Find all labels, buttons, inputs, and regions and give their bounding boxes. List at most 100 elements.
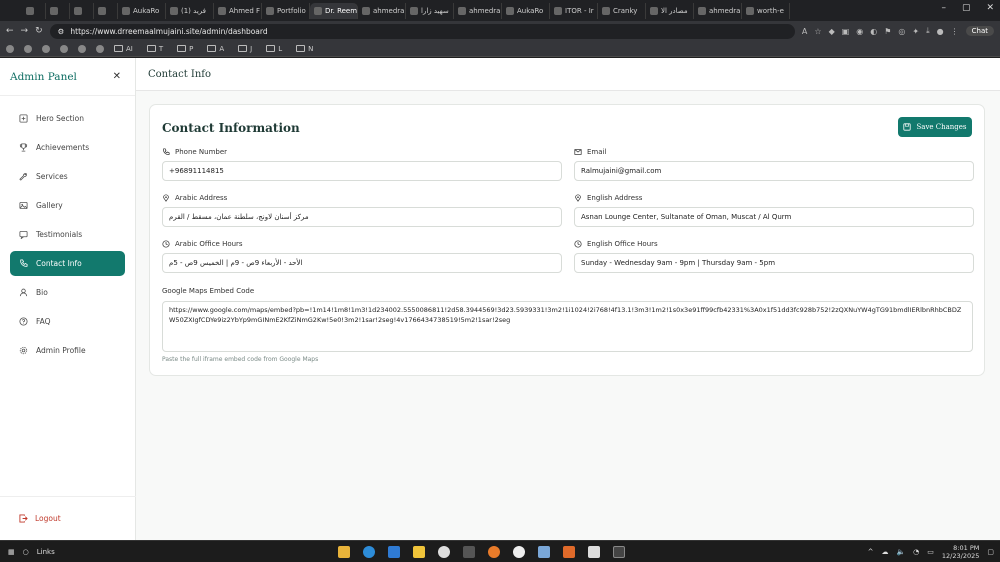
vscode-icon[interactable] <box>388 545 400 558</box>
windows-taskbar: ▦ ○ Links ^ ☁ 🔈 ◔ ▭ 8:01 PM 12/23/2025 ▢ <box>0 540 1000 562</box>
back-icon[interactable]: ← <box>6 26 14 36</box>
xampp-icon[interactable] <box>563 545 575 558</box>
widgets-icon[interactable]: ▦ <box>8 548 15 556</box>
file-explorer-icon[interactable] <box>338 545 350 558</box>
chat-button[interactable]: Chat <box>965 26 994 36</box>
app-icon[interactable] <box>438 545 450 558</box>
browser-tab[interactable]: ahmedra <box>454 2 502 19</box>
sidebar-item-label: Achievements <box>36 143 90 152</box>
speaker-icon[interactable]: 🔈 <box>896 548 905 556</box>
browser-tab[interactable]: ITOR - Ir <box>550 2 598 19</box>
browser-tab[interactable]: ahmedra <box>358 2 406 19</box>
terminal-icon[interactable] <box>613 545 625 558</box>
bookmark-folder[interactable]: J <box>238 45 252 53</box>
tab-favicon-icon <box>26 6 34 15</box>
translate-icon[interactable]: A <box>802 27 807 36</box>
edge-icon[interactable] <box>363 545 375 558</box>
map-pin-icon <box>163 194 169 202</box>
browser-tab[interactable]: Dr. Reem <box>310 2 358 19</box>
browser-tab[interactable]: AukaRo <box>118 2 166 19</box>
bookmark-folder[interactable]: P <box>177 45 193 53</box>
browser-tab[interactable]: سهيد زارا <box>406 2 454 19</box>
minimize-icon[interactable]: – <box>941 3 946 13</box>
bookmark-icon-item[interactable] <box>78 44 86 53</box>
sidebar-item-admin-profile[interactable]: Admin Profile <box>10 338 125 363</box>
bookmark-folder[interactable]: N <box>296 45 313 53</box>
notifications-icon[interactable]: ▢ <box>987 548 994 556</box>
sidebar-item-hero-section[interactable]: Hero Section <box>10 106 125 131</box>
search-icon[interactable]: ○ <box>23 548 29 556</box>
url-input[interactable]: ⚙ https://www.drreemaalmujaini.site/admi… <box>49 23 795 39</box>
bookmark-icon-item[interactable] <box>24 44 32 53</box>
sidebar: Admin Panel ✕ Hero Section Achievements Se… <box>0 58 136 540</box>
sticky-notes-icon[interactable] <box>413 545 425 558</box>
phone-input[interactable]: +96891114815 <box>162 161 562 181</box>
browser-tab[interactable]: ahmedra <box>694 2 742 19</box>
browser-tab[interactable]: AukaRo <box>502 2 550 19</box>
bookmark-icon-item[interactable] <box>60 44 68 53</box>
reload-icon[interactable]: ↻ <box>35 26 43 36</box>
sidebar-item-faq[interactable]: FAQ <box>10 309 125 334</box>
browser-tab[interactable]: Portfolio <box>262 2 310 19</box>
profile-avatar[interactable]: ● <box>937 27 944 36</box>
browser-tab[interactable] <box>46 2 70 19</box>
puzzle-icon[interactable]: ✦ <box>912 27 919 36</box>
arabic-address-input[interactable]: مركز أسنان لاونج، سلطنة عمان، مسقط / الق… <box>162 207 562 227</box>
chevron-up-icon[interactable]: ^ <box>868 548 874 556</box>
arabic-hours-input[interactable]: الأحد - الأربعاء 9ص - 9م | الخميس 9ص - 5… <box>162 253 562 273</box>
extension-icon[interactable]: ▣ <box>842 27 850 36</box>
browser-tab[interactable] <box>70 2 94 19</box>
taskbar-search-label[interactable]: Links <box>37 548 55 556</box>
app-icon[interactable] <box>588 545 600 558</box>
bookmark-folder[interactable]: AI <box>114 45 133 53</box>
browser-tab[interactable] <box>22 2 46 19</box>
bookmark-icon-item[interactable] <box>6 44 14 53</box>
menu-icon[interactable]: ⋮ <box>951 27 959 36</box>
phone-icon <box>163 148 170 155</box>
extension-icon[interactable]: ⚑ <box>884 27 891 36</box>
browser-tab[interactable]: Cranky <box>598 2 646 19</box>
bookmark-icon-item[interactable] <box>42 44 50 53</box>
cloud-icon[interactable]: ☁ <box>881 548 888 556</box>
logout-button[interactable]: Logout <box>0 496 136 540</box>
extension-icon[interactable]: ◐ <box>870 27 877 36</box>
extension-icon[interactable]: ◎ <box>898 27 905 36</box>
sidebar-item-achievements[interactable]: Achievements <box>10 135 125 160</box>
english-hours-input[interactable]: Sunday - Wednesday 9am - 9pm | Thursday … <box>574 253 974 273</box>
clock[interactable]: 8:01 PM 12/23/2025 <box>942 544 979 560</box>
download-icon[interactable]: ⤓ <box>926 26 930 36</box>
sidebar-item-services[interactable]: Services <box>10 164 125 189</box>
browser-tab[interactable] <box>94 2 118 19</box>
save-changes-button[interactable]: Save Changes <box>898 117 972 137</box>
bookmark-icon-item[interactable] <box>96 44 104 53</box>
extension-icon[interactable]: ◉ <box>856 27 863 36</box>
postman-icon[interactable] <box>488 545 500 558</box>
network-icon[interactable]: ◔ <box>913 548 919 556</box>
sidebar-item-bio[interactable]: Bio <box>10 280 125 305</box>
extension-icon[interactable]: ◆ <box>829 27 835 36</box>
sidebar-item-label: Contact Info <box>36 259 82 268</box>
sidebar-item-testimonials[interactable]: Testimonials <box>10 222 125 247</box>
battery-icon[interactable]: ▭ <box>927 548 934 556</box>
app-icon[interactable] <box>463 545 475 558</box>
email-input[interactable]: Ralmujaini@gmail.com <box>574 161 974 181</box>
browser-tab[interactable]: Ahmed F <box>214 2 262 19</box>
maximize-icon[interactable]: ▢ <box>962 3 971 13</box>
sidebar-item-gallery[interactable]: Gallery <box>10 193 125 218</box>
bookmark-star-icon[interactable]: ☆ <box>814 27 821 36</box>
app-icon[interactable] <box>513 545 525 558</box>
bookmark-folder[interactable]: A <box>207 45 224 53</box>
maps-embed-textarea[interactable]: https://www.google.com/maps/embed?pb=!1m… <box>162 301 973 352</box>
bookmark-folder[interactable]: T <box>146 45 163 53</box>
app-icon[interactable] <box>538 545 550 558</box>
forward-icon[interactable]: → <box>21 26 29 36</box>
site-info-icon[interactable]: ⚙ <box>58 27 65 36</box>
close-window-icon[interactable]: ✕ <box>986 3 994 13</box>
english-address-input[interactable]: Asnan Lounge Center, Sultanate of Oman, … <box>574 207 974 227</box>
close-sidebar-icon[interactable]: ✕ <box>113 71 121 82</box>
bookmark-folder[interactable]: L <box>266 45 282 53</box>
browser-tab[interactable]: مصادر الا <box>646 2 694 19</box>
browser-tab[interactable]: worth-e <box>742 2 790 19</box>
browser-tab[interactable]: (1) فرید <box>166 2 214 19</box>
sidebar-item-contact-info[interactable]: Contact Info <box>10 251 125 276</box>
